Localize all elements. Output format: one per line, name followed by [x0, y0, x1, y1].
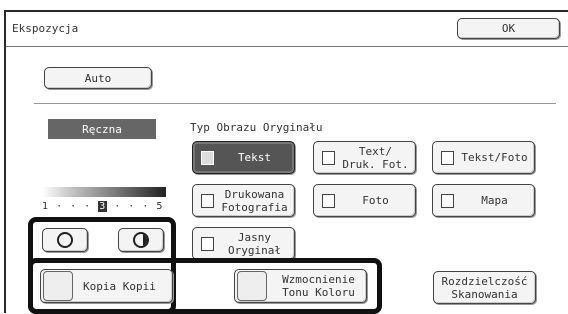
text-printed-photo-icon [322, 150, 335, 165]
dialog-title: Ekspozycja [12, 22, 79, 35]
tekst-button[interactable]: Tekst [192, 141, 295, 174]
lighter-button[interactable] [42, 228, 88, 252]
scale-dots-left: · · · [56, 201, 92, 212]
title-bar: Ekspozycja OK [6, 12, 568, 47]
light-original-icon [201, 236, 214, 251]
drukowana-fotografia-button[interactable]: Drukowana Fotografia [192, 184, 295, 217]
scale-min-label: 1 [42, 201, 50, 212]
kopia-kopii-button[interactable]: Kopia Kopii [40, 269, 173, 303]
text-druk-button[interactable]: Text/ Druk. Fot. [313, 141, 416, 174]
jasny-oryginal-button[interactable]: Jasny Oryginał [192, 227, 295, 260]
exposure-dialog: Ekspozycja OK Auto Ręczna Typ Obrazu Ory… [4, 10, 568, 314]
auto-button[interactable]: Auto [44, 67, 152, 89]
map-icon [441, 193, 454, 208]
manual-mode-indicator: Ręczna [48, 119, 156, 139]
color-tone-checkbox [237, 271, 267, 301]
wzmocnienie-tonu-button[interactable]: Wzmocnienie Tonu Koloru [234, 269, 367, 303]
darker-button[interactable] [118, 228, 164, 252]
foto-button-label: Foto [362, 194, 389, 207]
divider [34, 103, 556, 104]
photo-icon [322, 193, 335, 208]
scale-current-value: 3 [98, 201, 108, 212]
printed-photo-icon [201, 193, 214, 208]
darker-icon [133, 232, 149, 248]
scale-dots-right: · · · [114, 201, 150, 212]
tekst-foto-button[interactable]: Tekst/Foto [432, 141, 535, 174]
tekst-button-label: Tekst [237, 151, 272, 164]
exposure-scale-labels: 1 · · · 3 · · · 5 [42, 201, 172, 212]
mapa-button-label: Mapa [481, 194, 508, 207]
ok-button-label: OK [501, 22, 516, 35]
jasny-button-label: Jasny Oryginał [228, 230, 281, 257]
lighter-icon [57, 232, 73, 248]
foto-button[interactable]: Foto [313, 184, 416, 217]
text-icon [201, 150, 214, 165]
kopia-kopii-label: Kopia Kopii [83, 279, 156, 293]
copy-of-copy-checkbox [43, 271, 73, 301]
rozdzielczosc-label: Rozdzielczość Skanowania [441, 274, 528, 301]
scale-max-label: 5 [156, 201, 164, 212]
auto-button-label: Auto [84, 71, 112, 85]
text-photo-icon [441, 150, 454, 165]
original-type-label: Typ Obrazu Oryginału [190, 121, 323, 134]
mapa-button[interactable]: Mapa [432, 184, 535, 217]
ok-button[interactable]: OK [457, 18, 560, 39]
exposure-level-bar [42, 187, 166, 197]
rozdzielczosc-button[interactable]: Rozdzielczość Skanowania [433, 271, 536, 304]
